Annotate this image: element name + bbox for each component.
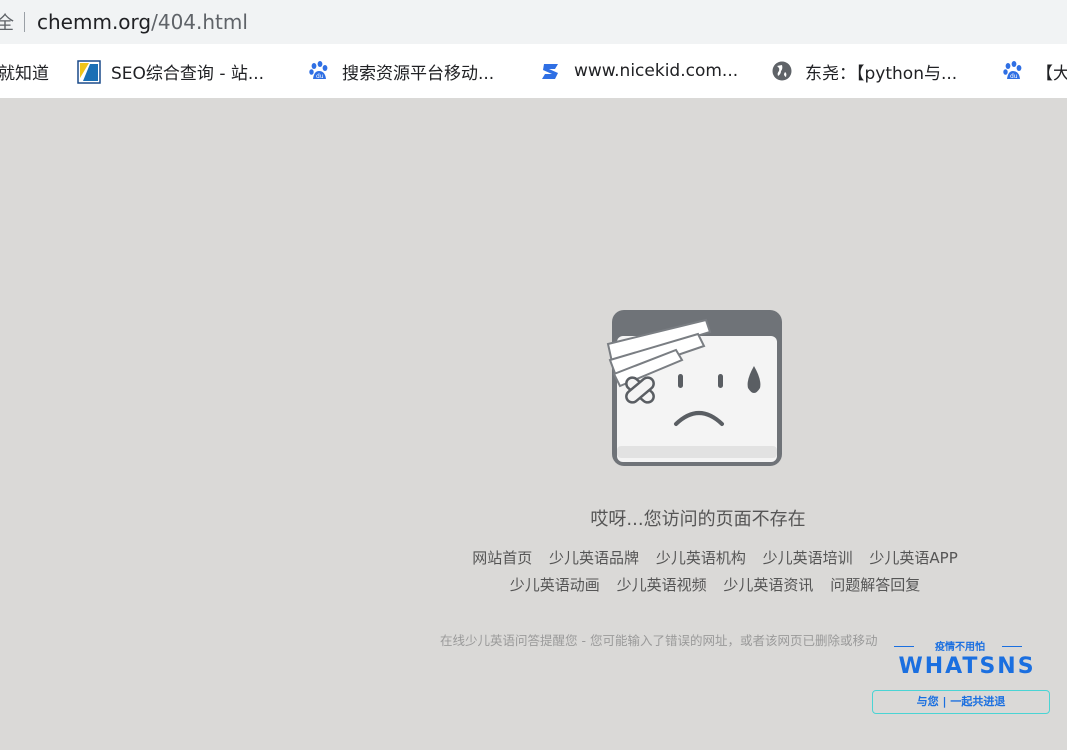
nicekid-logo-icon — [540, 60, 562, 82]
logo-tagline-top: 疫情不用怕 — [935, 642, 985, 653]
error-message: 哎呀...您访问的页面不存在 — [590, 509, 806, 530]
bookmark-item[interactable]: SEO综合查询 - 站... — [77, 60, 265, 84]
link-institution[interactable]: 少儿英语机构 — [656, 549, 746, 567]
globe-icon — [771, 60, 793, 82]
link-video[interactable]: 少儿英语视频 — [617, 576, 707, 594]
bookmark-label: 就知道 — [0, 63, 49, 84]
bookmark-item[interactable]: 东尧：【python与... — [771, 60, 958, 84]
link-app[interactable]: 少儿英语APP — [869, 549, 957, 567]
bookmark-item[interactable]: du 搜索资源平台移动... — [308, 60, 495, 84]
bookmark-item[interactable]: du 【大 — [1002, 60, 1067, 84]
link-home[interactable]: 网站首页 — [472, 549, 532, 567]
link-qa[interactable]: 问题解答回复 — [830, 576, 920, 594]
logo-divider — [1002, 646, 1022, 647]
bookmark-label: SEO综合查询 - 站... — [111, 63, 265, 84]
link-news[interactable]: 少儿英语资讯 — [723, 576, 813, 594]
url-path[interactable]: /404.html — [151, 10, 248, 34]
link-training[interactable]: 少儿英语培训 — [763, 549, 853, 567]
svg-text:du: du — [316, 73, 324, 80]
address-divider — [24, 12, 25, 32]
bookmark-item[interactable]: www.nicekid.com... — [540, 60, 738, 82]
svg-text:du: du — [1010, 73, 1018, 80]
link-brand[interactable]: 少儿英语品牌 — [549, 549, 639, 567]
whatsns-logo: 疫情不用怕 WHATSNS 与您 | 一起共进退 — [862, 634, 1058, 720]
bookmark-item[interactable]: 就知道 — [0, 60, 49, 84]
nav-links-row: 少儿英语动画 少儿英语视频 少儿英语资讯 问题解答回复 — [440, 574, 990, 595]
nav-links-row: 网站首页 少儿英语品牌 少儿英语机构 少儿英语培训 少儿英语APP — [440, 547, 990, 568]
url-host[interactable]: chemm.org — [37, 10, 151, 34]
link-animation[interactable]: 少儿英语动画 — [510, 576, 600, 594]
seo-tool-icon — [77, 60, 101, 84]
bookmark-label: 【大 — [1036, 63, 1067, 84]
bookmark-label: 搜索资源平台移动... — [342, 63, 495, 84]
security-indicator[interactable]: 全 — [0, 9, 14, 35]
bookmark-label: www.nicekid.com... — [574, 61, 739, 81]
bookmark-label: 东尧：【python与... — [805, 63, 958, 84]
bookmarks-bar: 就知道 SEO综合查询 - 站... du 搜索资源平台移动... www.ni… — [0, 44, 1067, 98]
baidu-paw-icon: du — [308, 60, 330, 82]
logo-tagline-bottom: 与您 | 一起共进退 — [872, 690, 1050, 714]
baidu-paw-icon: du — [1002, 60, 1024, 82]
logo-brand: WHATSNS — [898, 654, 1036, 679]
sad-face-icon — [606, 306, 786, 472]
address-bar[interactable]: 全 chemm.org /404.html — [0, 0, 1067, 44]
